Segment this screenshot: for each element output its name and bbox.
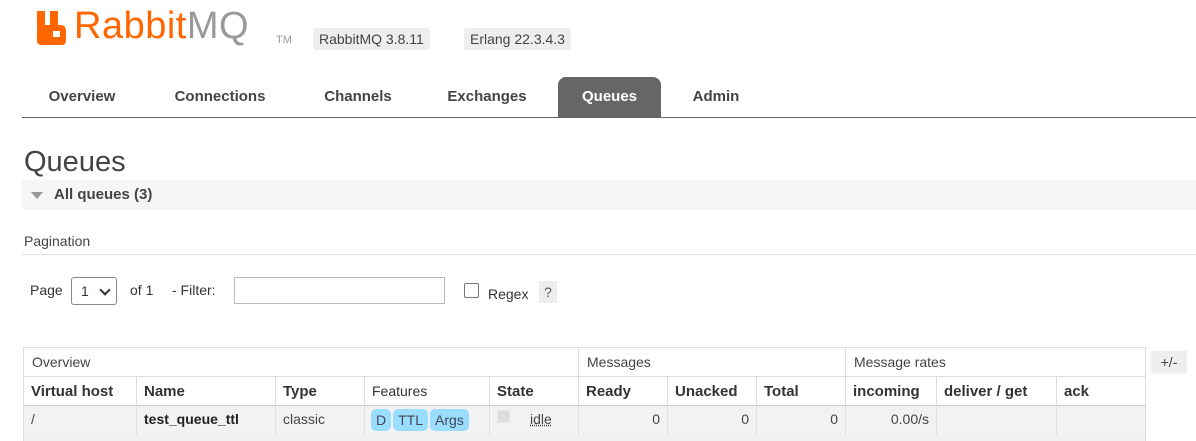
logo-wordmark: RabbitMQ [74, 4, 249, 48]
cell-ack [1057, 406, 1146, 435]
chevron-down-icon [99, 284, 110, 295]
feature-badge-ttl: TTL [393, 409, 428, 431]
filter-input[interactable] [234, 277, 445, 304]
tab-queues[interactable]: Queues [558, 77, 661, 117]
regex-checkbox[interactable] [464, 283, 479, 298]
page-select[interactable]: 1 [71, 277, 117, 305]
page-label: Page [30, 282, 63, 298]
logo-wordmark-primary: Rabbit [74, 5, 187, 47]
column-header-incoming[interactable]: incoming [846, 377, 937, 406]
cell-virtual-host: / [24, 406, 137, 435]
regex-help-button[interactable]: ? [539, 281, 557, 303]
queue-name-link[interactable]: test_queue_ttl [137, 406, 276, 435]
tab-connections[interactable]: Connections [147, 77, 293, 117]
erlang-version-badge: Erlang 22.3.4.3 [464, 28, 571, 50]
tab-overview[interactable]: Overview [22, 77, 142, 117]
column-header-total[interactable]: Total [757, 377, 846, 406]
cell-unacked: 0 [668, 406, 757, 435]
section-label: All queues (3) [54, 186, 152, 203]
collapse-triangle-icon [31, 192, 43, 199]
state-label: idle [530, 411, 552, 427]
cell-ready: 0 [579, 406, 668, 435]
page-select-value: 1 [81, 283, 89, 299]
cell-state: idle [490, 406, 579, 435]
divider [22, 254, 1196, 255]
column-header-name[interactable]: Name [137, 377, 276, 406]
all-queues-section-toggle[interactable]: All queues (3) [22, 180, 1196, 210]
tab-exchanges[interactable]: Exchanges [422, 77, 552, 117]
column-header-ack[interactable]: ack [1057, 377, 1146, 406]
pagination-controls: Page 1 of 1 - Filter: Regex ? [30, 277, 630, 305]
table-row [24, 435, 1146, 441]
rabbitmq-version-badge: RabbitMQ 3.8.11 [313, 28, 430, 50]
cell-total: 0 [757, 406, 846, 435]
rabbit-logo-icon [36, 10, 67, 46]
column-header-state[interactable]: State [490, 377, 579, 406]
group-header-messages: Messages [579, 348, 846, 377]
cell-features: D TTL Args [365, 406, 490, 435]
feature-badge-args: Args [430, 409, 469, 431]
cell-type: classic [276, 406, 365, 435]
group-header-message-rates: Message rates [846, 348, 1146, 377]
logo-wordmark-secondary: MQ [187, 5, 249, 47]
state-indicator-icon [497, 410, 510, 423]
tab-admin[interactable]: Admin [669, 77, 763, 117]
trademark-label: TM [276, 34, 292, 46]
column-header-features: Features [365, 377, 490, 406]
filter-label: - Filter: [172, 282, 216, 298]
column-header-type[interactable]: Type [276, 377, 365, 406]
feature-badge-durable: D [371, 409, 391, 431]
pagination-label: Pagination [24, 233, 90, 249]
column-toggle-button[interactable]: +/- [1151, 351, 1187, 373]
column-header-deliver-get[interactable]: deliver / get [937, 377, 1057, 406]
group-header-overview: Overview [24, 348, 579, 377]
tab-channels[interactable]: Channels [298, 77, 418, 117]
page-count-label: of 1 [130, 282, 153, 298]
column-header-ready[interactable]: Ready [579, 377, 668, 406]
column-header-virtual-host[interactable]: Virtual host [24, 377, 137, 406]
regex-label: Regex [488, 286, 528, 302]
page-title: Queues [24, 144, 126, 180]
main-nav-tabs: Overview Connections Channels Exchanges … [22, 77, 1196, 118]
cell-incoming: 0.00/s [846, 406, 937, 435]
queues-table: Overview Messages Message rates Virtual … [23, 347, 1147, 441]
cell-deliver-get [937, 406, 1057, 435]
column-header-unacked[interactable]: Unacked [668, 377, 757, 406]
